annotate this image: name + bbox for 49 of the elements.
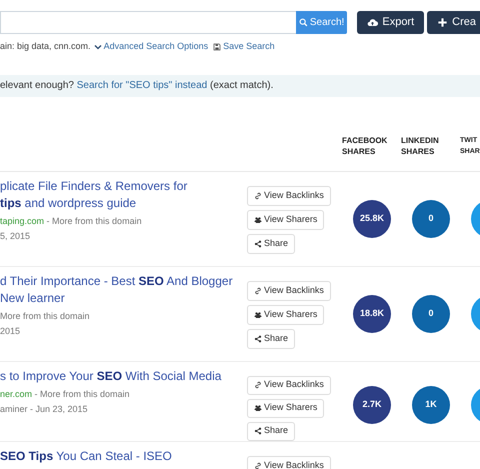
advanced-search-link[interactable]: Advanced Search Options — [94, 40, 208, 54]
result-title[interactable]: plicate File Finders & Removers for — [0, 178, 188, 194]
more-from-domain-link[interactable]: - More from this domain — [34, 388, 130, 398]
share-icon — [254, 334, 262, 342]
share-button[interactable]: Share — [247, 328, 296, 348]
share-icon — [254, 427, 262, 435]
result-title[interactable]: tips and wordpress guide — [0, 194, 136, 212]
users-icon — [254, 216, 262, 224]
filter-summary: ain: big data, cnn.com. — [0, 40, 91, 53]
more-from-domain-link[interactable]: More from this domain — [0, 310, 90, 320]
sharers-button[interactable]: View Sharers — [247, 210, 324, 230]
result-title[interactable]: SEO Tips You Can Steal - ISEO — [0, 448, 172, 464]
chevron-down-icon — [94, 42, 102, 51]
share-icon — [254, 240, 262, 248]
users-icon — [254, 404, 262, 412]
sharers-button[interactable]: View Sharers — [247, 398, 324, 418]
users-icon — [254, 310, 262, 318]
backlinks-button[interactable]: View Backlinks — [247, 376, 331, 394]
cloud-upload-icon — [367, 17, 378, 28]
link-icon — [254, 381, 262, 389]
column-header[interactable]: LINKEDIN SHARES — [401, 134, 451, 156]
exact-match-link[interactable]: Search for "SEO tips" instead — [76, 80, 208, 91]
export-button[interactable]: Export — [357, 11, 424, 34]
share-button[interactable]: Share — [247, 234, 296, 254]
sharers-button[interactable]: View Sharers — [247, 304, 324, 324]
domain-link[interactable]: taping.com — [0, 216, 44, 226]
result-title[interactable]: New learner — [0, 290, 65, 306]
backlinks-button[interactable]: View Backlinks — [247, 280, 331, 300]
link-icon — [254, 462, 262, 469]
link-icon — [254, 286, 262, 294]
link-icon — [254, 192, 262, 200]
share-button[interactable]: Share — [247, 422, 296, 440]
publish-date: 2015 — [0, 324, 22, 338]
search-field[interactable] — [0, 11, 296, 34]
more-from-domain-link[interactable]: - More from this domain — [46, 216, 142, 226]
domain-link[interactable]: ner.com — [0, 388, 32, 398]
create-button[interactable]: Crea — [427, 11, 480, 34]
floppy-icon — [213, 42, 222, 51]
search-icon — [298, 18, 308, 27]
column-header[interactable]: FACEBOOK SHARES — [342, 134, 392, 156]
result-title[interactable]: s to Improve Your SEO With Social Media — [0, 368, 222, 384]
result-title[interactable]: d Their Importance - Best SEO And Blogger — [0, 272, 233, 290]
backlinks-button[interactable]: View Backlinks — [247, 186, 331, 206]
backlinks-button[interactable]: View Backlinks — [247, 456, 331, 469]
publish-date: 5, 2015 — [0, 230, 32, 242]
alert-message: elevant enough? Search for "SEO tips" instead (exact match). — [0, 79, 274, 93]
save-search-link[interactable]: Save Search — [213, 40, 275, 54]
plus-icon — [437, 17, 448, 28]
publish-date: aminer - Jun 23, 2015 — [0, 402, 89, 416]
